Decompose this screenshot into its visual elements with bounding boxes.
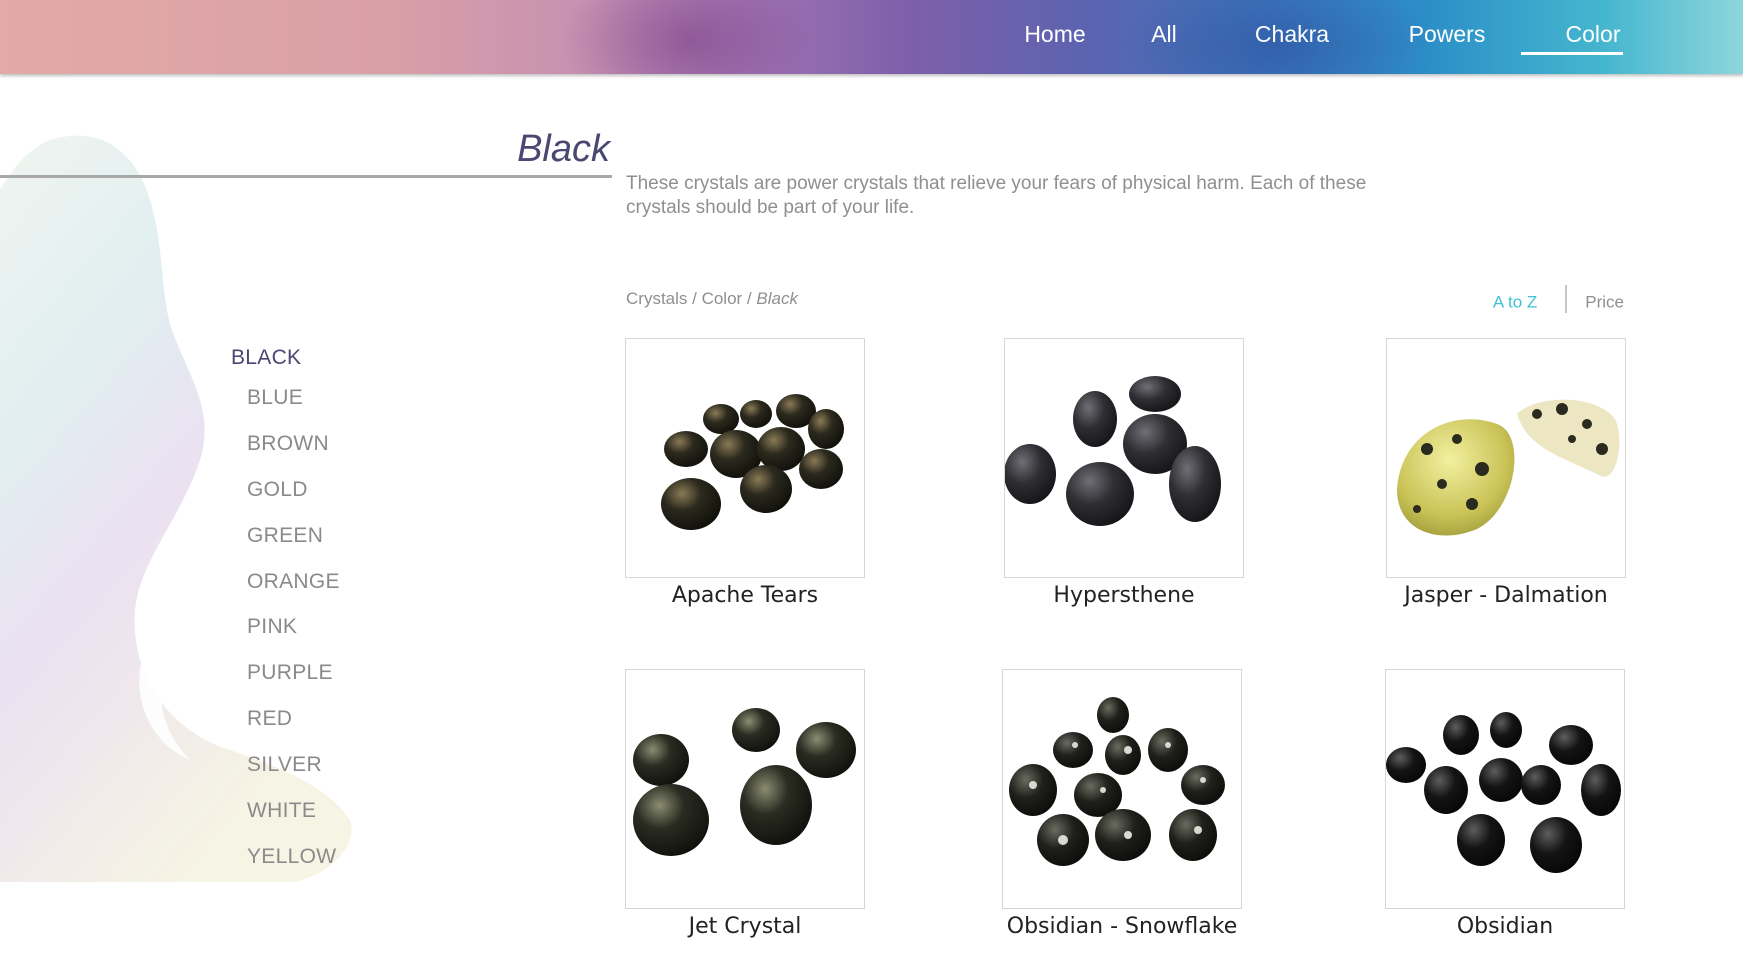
sidebar-item-blue[interactable]: BLUE (247, 386, 303, 410)
main-nav: Home All Chakra Powers Color (0, 0, 1743, 74)
product-name: Obsidian (1456, 914, 1554, 939)
nav-color[interactable]: Color (1521, 18, 1623, 55)
sort-a-to-z[interactable]: A to Z (1493, 292, 1537, 311)
product-name: Obsidian - Snowflake (1006, 914, 1238, 939)
product-name: Apache Tears (671, 583, 819, 608)
product-name: Hypersthene (1053, 583, 1195, 608)
site-header: Home All Chakra Powers Color (0, 0, 1743, 74)
sidebar-item-brown[interactable]: BROWN (247, 432, 329, 456)
sidebar-item-black[interactable]: BLACK (231, 346, 301, 370)
product-image-apache-tears[interactable] (625, 338, 865, 578)
product-card-jet-crystal[interactable]: Jet Crystal (625, 669, 865, 939)
sidebar-item-silver[interactable]: SILVER (247, 753, 322, 777)
nav-all[interactable]: All (1144, 18, 1184, 52)
page-title: Black (517, 128, 610, 170)
breadcrumb-color[interactable]: Color (702, 289, 743, 308)
product-image-dalmation-jasper[interactable] (1386, 338, 1626, 578)
breadcrumb-crystals[interactable]: Crystals (626, 289, 687, 308)
breadcrumb: Crystals / Color / Black (626, 289, 798, 309)
sort-controls: A to Z Price (1493, 285, 1624, 317)
breadcrumb-separator: / (742, 289, 757, 308)
breadcrumb-current: Black (756, 289, 798, 308)
page-description: These crystals are power crystals that r… (626, 173, 1367, 218)
title-divider (0, 175, 612, 178)
sidebar-item-gold[interactable]: GOLD (247, 478, 308, 502)
nav-chakra[interactable]: Chakra (1252, 18, 1332, 52)
product-card-jasper-dalmation[interactable]: Jasper - Dalmation (1386, 338, 1626, 608)
nav-powers[interactable]: Powers (1405, 18, 1489, 52)
nav-home[interactable]: Home (1005, 18, 1105, 52)
sidebar-item-white[interactable]: WHITE (247, 799, 316, 823)
product-card-obsidian-snowflake[interactable]: Obsidian - Snowflake (1002, 669, 1242, 939)
product-card-hypersthene[interactable]: Hypersthene (1004, 338, 1244, 608)
sort-divider (1565, 285, 1568, 313)
sort-price[interactable]: Price (1585, 292, 1624, 311)
sidebar-item-orange[interactable]: ORANGE (247, 570, 340, 594)
product-card-obsidian[interactable]: Obsidian (1385, 669, 1625, 939)
sidebar-item-pink[interactable]: PINK (247, 615, 297, 639)
sidebar-item-red[interactable]: RED (247, 707, 292, 731)
product-image-jet-crystal[interactable] (625, 669, 865, 909)
product-image-obsidian[interactable] (1385, 669, 1625, 909)
product-name: Jasper - Dalmation (1404, 583, 1608, 608)
product-card-apache-tears[interactable]: Apache Tears (625, 338, 865, 608)
sidebar-item-yellow[interactable]: YELLOW (247, 845, 336, 869)
sidebar-item-purple[interactable]: PURPLE (247, 661, 333, 685)
decorative-silhouette (0, 135, 352, 882)
product-name: Jet Crystal (688, 914, 802, 939)
product-image-snowflake-obsidian[interactable] (1002, 669, 1242, 909)
breadcrumb-separator: / (687, 289, 702, 308)
sidebar-item-green[interactable]: GREEN (247, 524, 323, 548)
product-image-hypersthene[interactable] (1004, 338, 1244, 578)
